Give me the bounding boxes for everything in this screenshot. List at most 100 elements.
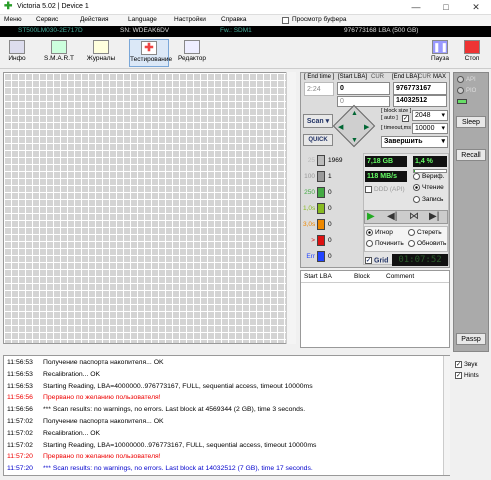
block-size-select[interactable]: 2048 ▾ [412, 110, 448, 121]
col-block[interactable]: Block [354, 273, 370, 280]
end-lba-field[interactable]: 976773167 [393, 82, 447, 95]
stat-count: 0 [328, 253, 332, 260]
stat-label: 250 [304, 189, 315, 196]
log-entry: 11:57:02 Получение паспорта накопителя...… [7, 418, 164, 425]
stat-color-bar [317, 219, 325, 230]
ddd-checkbox[interactable] [365, 186, 372, 193]
testing-tab[interactable]: ✚ Тестирование [129, 39, 172, 67]
grid-toggle[interactable]: ✓ Grid [365, 257, 388, 264]
close-button[interactable]: ✕ [461, 0, 491, 15]
action-erase[interactable]: Стереть [408, 229, 442, 236]
log-time: 11:57:02 [7, 418, 33, 425]
sound-option[interactable]: ✓ Звук [455, 361, 477, 368]
auto-checkbox[interactable]: ✓ [402, 115, 409, 122]
log-message: Starting Reading, LBA=4000000..976773167… [43, 382, 313, 390]
log-time: 11:56:53 [7, 370, 33, 378]
timeout-select[interactable]: 10000 ▾ [412, 123, 448, 134]
hints-option[interactable]: ✓ Hints [455, 372, 479, 379]
auto-label: [ auto ] [381, 115, 398, 121]
start-lba-label: [Start LBA] [338, 74, 368, 80]
drive-capacity: 976773168 LBA (500 GB) [344, 27, 419, 34]
log-entry: 11:56:53 Получение паспорта накопителя...… [7, 359, 164, 366]
editor-tab[interactable]: Редактор [177, 39, 207, 67]
arrow-left-icon[interactable]: ◀ [338, 123, 343, 131]
log-message: *** Scan results: no warnings, no errors… [43, 465, 313, 473]
progress-percent: 1,4 % [413, 156, 447, 167]
menu-item-help[interactable]: Справка [221, 16, 247, 23]
pause-button[interactable]: ❚❚ Пауза [425, 39, 455, 67]
stat-color-bar [317, 155, 325, 166]
start-lba-field[interactable]: 0 [337, 82, 390, 95]
skip-end-icon[interactable]: ▶| [429, 211, 439, 222]
maximize-button[interactable]: □ [431, 0, 461, 15]
log-time: 11:57:20 [7, 453, 33, 461]
stop-button[interactable]: Стоп [457, 39, 487, 67]
arrow-up-icon[interactable]: ▲ [351, 110, 358, 117]
pause-icon: ❚❚ [432, 40, 449, 54]
quick-button[interactable]: QUICK [303, 134, 333, 146]
rewind-icon[interactable]: ◀| [387, 211, 397, 222]
log-entry: 11:56:56 *** Scan results: no warnings, n… [7, 406, 305, 413]
recall-button[interactable]: Recall [456, 149, 486, 161]
editor-icon [184, 40, 200, 54]
menu-item-settings[interactable]: Настройки [174, 16, 206, 23]
sleep-button[interactable]: Sleep [456, 116, 486, 128]
chevron-down-icon: ▾ [441, 125, 445, 132]
title-bar: ✚ Victoria 5.02 | Device 1 — □ ✕ [0, 0, 491, 15]
scan-map-grid [3, 72, 296, 344]
stat-label: Err [306, 253, 315, 260]
menu-item-actions[interactable]: Действия [80, 16, 108, 23]
chevron-down-icon: ▾ [441, 112, 445, 119]
play-icon[interactable]: ▶ [367, 211, 375, 222]
logs-tab[interactable]: Журналы [86, 39, 116, 67]
menu-item-menu[interactable]: Меню [4, 16, 22, 23]
stat-color-bar [317, 203, 325, 214]
drive-firmware: Fw.: SDM1 [220, 27, 252, 34]
pio-option[interactable]: PIO [457, 87, 476, 94]
stat-color-bar [317, 251, 325, 262]
step-icon[interactable]: ⋈ [409, 211, 419, 222]
mode-read[interactable]: Чтение [413, 184, 444, 191]
log-scrollbar[interactable] [443, 356, 450, 475]
window-title: Victoria 5.02 | Device 1 [17, 3, 89, 10]
passport-button[interactable]: Passp [456, 333, 486, 345]
action-repair[interactable]: Починить [366, 240, 404, 247]
minimize-button[interactable]: — [401, 0, 431, 15]
arrow-right-icon[interactable]: ▶ [364, 123, 369, 131]
log-message: Прервано по желанию пользователя! [43, 453, 161, 461]
finish-action-select[interactable]: Завершить ▾ [381, 136, 448, 148]
log-entry: 11:57:02 Recalibration... OK [7, 430, 100, 437]
action-ignore[interactable]: Игнор [366, 229, 393, 236]
col-start-lba[interactable]: Start LBA [304, 273, 332, 280]
end-time-label: [ End time ] [304, 74, 335, 80]
hints-checkbox[interactable]: ✓ [455, 372, 462, 379]
end-time-field[interactable]: 2:24 [304, 82, 334, 96]
grid-checkbox[interactable]: ✓ [365, 257, 372, 264]
info-tab[interactable]: Инфо [2, 39, 32, 67]
stat-count: 1969 [328, 157, 343, 164]
arrow-down-icon[interactable]: ▼ [351, 137, 358, 144]
action-refresh[interactable]: Обновить [408, 240, 446, 247]
smart-tab[interactable]: S.M.A.R.T [44, 39, 74, 67]
mode-write[interactable]: Запись [413, 196, 443, 203]
col-comment[interactable]: Comment [386, 273, 414, 280]
sound-checkbox[interactable]: ✓ [455, 361, 462, 368]
testing-icon: ✚ [141, 41, 157, 55]
buffer-view-icon [282, 17, 289, 24]
log-message: Получение паспорта накопителя... OK [43, 418, 164, 425]
scan-control-panel: [ End time ] [Start LBA] CUR [End LBA] C… [300, 72, 450, 268]
api-option[interactable]: API [457, 76, 476, 83]
grid-scrollbar[interactable] [286, 72, 296, 344]
log-entry: 11:57:20 *** Scan results: no warnings, n… [7, 465, 313, 472]
log-entry: 11:57:02 Starting Reading, LBA=10000000..… [7, 442, 316, 449]
scan-button[interactable]: Scan ▾ [303, 114, 333, 128]
menu-item-language[interactable]: Language [128, 16, 157, 23]
mode-verify[interactable]: Вериф. [413, 173, 444, 180]
ddd-api-option[interactable]: DDD (API) [365, 186, 405, 193]
log-time: 11:57:02 [7, 429, 33, 437]
log-entry: 11:56:56 Прервано по желанию пользователя… [7, 394, 161, 401]
log-time: 11:56:53 [7, 359, 33, 366]
info-icon [9, 40, 25, 54]
menu-item-service[interactable]: Сервис [36, 16, 58, 23]
menu-item-buffer[interactable]: Просмотр буфера [292, 16, 346, 23]
